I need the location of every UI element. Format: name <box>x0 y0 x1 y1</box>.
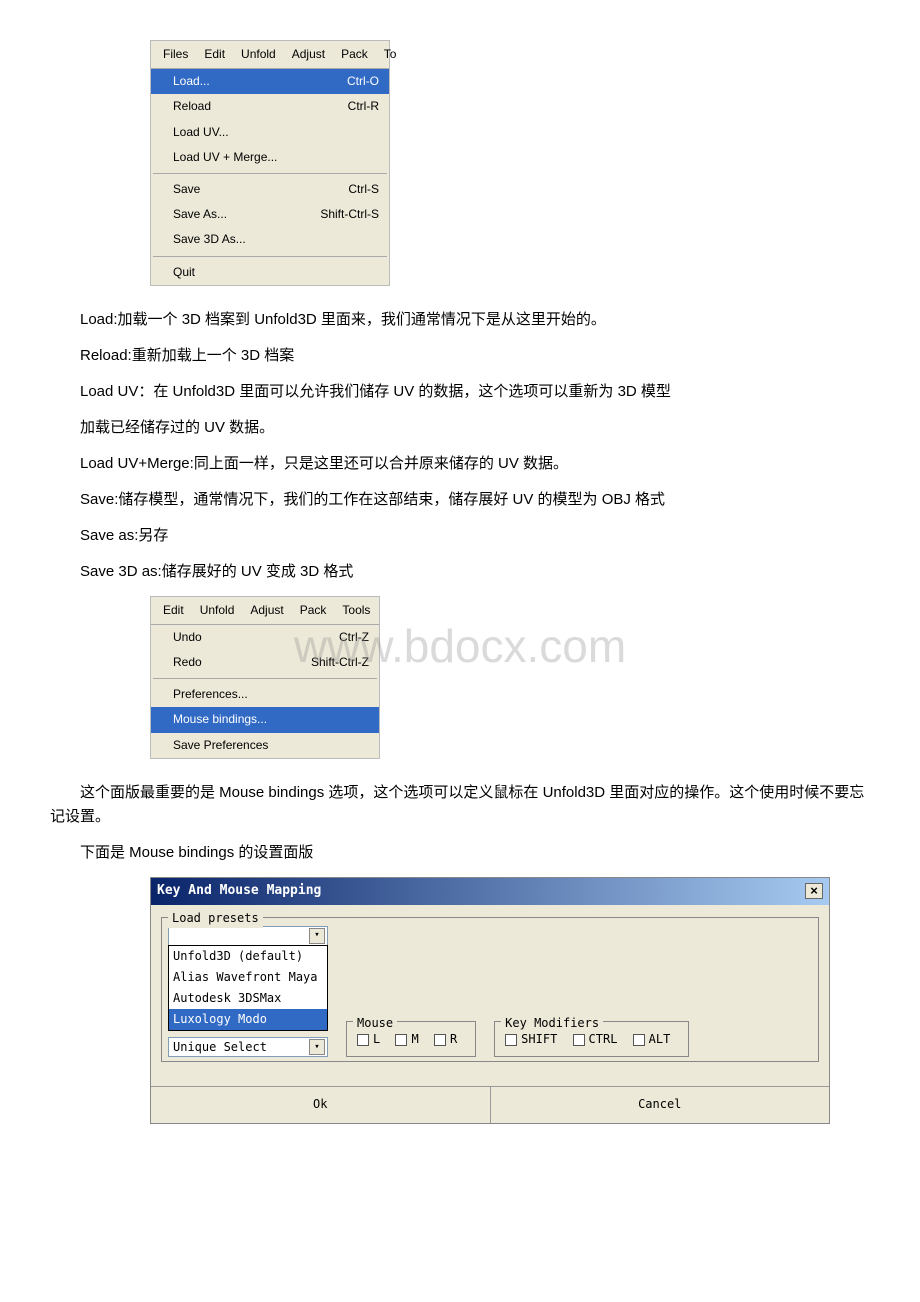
menubar-item[interactable]: Adjust <box>284 43 333 66</box>
menu-item[interactable]: Load UV + Merge... <box>151 145 389 170</box>
close-icon[interactable]: × <box>805 883 823 899</box>
mouse-group-label: Mouse <box>353 1014 397 1033</box>
mouse-r-checkbox[interactable]: R <box>434 1030 457 1049</box>
para-reload: Reload:重新加载上一个 3D 档案 <box>50 344 870 368</box>
menu-item[interactable]: Preferences... <box>151 682 379 707</box>
menubar-item[interactable]: Files <box>155 43 196 66</box>
para-save: Save:储存模型，通常情况下，我们的工作在这部结束，储存展好 UV 的模型为 … <box>50 488 870 512</box>
para-load: Load:加载一个 3D 档案到 Unfold3D 里面来，我们通常情况下是从这… <box>50 308 870 332</box>
preset-dropdown-list[interactable]: Unfold3D (default)Alias Wavefront MayaAu… <box>168 945 328 1032</box>
key-modifiers-group: Key Modifiers SHIFT CTRL ALT <box>494 1021 689 1057</box>
menubar-item[interactable]: To <box>376 43 405 66</box>
load-presets-fieldset: Load presets ▾ Unfold3D (default)Alias W… <box>161 917 819 1063</box>
menubar-item[interactable]: Unfold <box>192 599 243 622</box>
preset-option[interactable]: Autodesk 3DSMax <box>169 988 327 1009</box>
chevron-down-icon[interactable]: ▾ <box>309 1039 325 1055</box>
menu-separator <box>153 173 387 174</box>
load-presets-label: Load presets <box>168 909 263 928</box>
menu-item[interactable]: Save Preferences <box>151 733 379 758</box>
menu-item[interactable]: Load...Ctrl-O <box>151 69 389 94</box>
key-modifiers-label: Key Modifiers <box>501 1014 603 1033</box>
menu-item[interactable]: Quit <box>151 260 389 285</box>
preset-option[interactable]: Alias Wavefront Maya <box>169 967 327 988</box>
menu-item[interactable]: RedoShift-Ctrl-Z <box>151 650 379 675</box>
mouse-mapping-dialog: Key And Mouse Mapping × Load presets ▾ U… <box>150 877 830 1124</box>
menubar-item[interactable]: Tools <box>334 599 378 622</box>
para-loaduv-b: 加载已经储存过的 UV 数据。 <box>50 416 870 440</box>
para-save3das: Save 3D as:储存展好的 UV 变成 3D 格式 <box>50 560 870 584</box>
ok-button[interactable]: Ok <box>151 1087 491 1122</box>
para-mousebindings: 这个面版最重要的是 Mouse bindings 选项，这个选项可以定义鼠标在 … <box>50 781 870 829</box>
menu-item[interactable]: SaveCtrl-S <box>151 177 389 202</box>
edit-menu-bar: EditUnfoldAdjustPackTools <box>151 597 379 625</box>
alt-checkbox[interactable]: ALT <box>633 1030 671 1049</box>
files-menu-bar: FilesEditUnfoldAdjustPackTo <box>151 41 389 69</box>
edit-menu-panel: EditUnfoldAdjustPackTools UndoCtrl-ZRedo… <box>150 596 380 759</box>
unique-select-combo[interactable]: Unique Select ▾ <box>168 1037 328 1057</box>
menu-item[interactable]: ReloadCtrl-R <box>151 94 389 119</box>
preset-option[interactable]: Unfold3D (default) <box>169 946 327 967</box>
menubar-item[interactable]: Unfold <box>233 43 284 66</box>
preset-option[interactable]: Luxology Modo <box>169 1009 327 1030</box>
unique-select-value: Unique Select <box>173 1038 267 1057</box>
menu-item[interactable]: Load UV... <box>151 120 389 145</box>
menubar-item[interactable]: Edit <box>155 599 192 622</box>
mouse-m-checkbox[interactable]: M <box>395 1030 418 1049</box>
para-mousebindings-panel: 下面是 Mouse bindings 的设置面版 <box>50 841 870 865</box>
dialog-titlebar: Key And Mouse Mapping × <box>151 878 829 905</box>
para-loaduvmerge: Load UV+Merge:同上面一样，只是这里还可以合并原来储存的 UV 数据… <box>50 452 870 476</box>
para-saveas: Save as:另存 <box>50 524 870 548</box>
chevron-down-icon[interactable]: ▾ <box>309 928 325 944</box>
menu-item[interactable]: Mouse bindings... <box>151 707 379 732</box>
menu-item[interactable]: Save 3D As... <box>151 227 389 252</box>
menu-item[interactable]: UndoCtrl-Z <box>151 625 379 650</box>
para-loaduv: Load UV：在 Unfold3D 里面可以允许我们储存 UV 的数据，这个选… <box>50 380 870 404</box>
dialog-title-text: Key And Mouse Mapping <box>157 881 321 902</box>
files-menu-panel: FilesEditUnfoldAdjustPackTo Load...Ctrl-… <box>150 40 390 286</box>
menubar-item[interactable]: Pack <box>333 43 376 66</box>
menu-separator <box>153 256 387 257</box>
menu-separator <box>153 678 377 679</box>
menu-item[interactable]: Save As...Shift-Ctrl-S <box>151 202 389 227</box>
menubar-item[interactable]: Pack <box>292 599 335 622</box>
mouse-group: Mouse L M R <box>346 1021 476 1057</box>
menubar-item[interactable]: Edit <box>196 43 233 66</box>
cancel-button[interactable]: Cancel <box>491 1087 830 1122</box>
menubar-item[interactable]: Adjust <box>242 599 291 622</box>
preset-combo[interactable]: ▾ <box>168 926 328 946</box>
